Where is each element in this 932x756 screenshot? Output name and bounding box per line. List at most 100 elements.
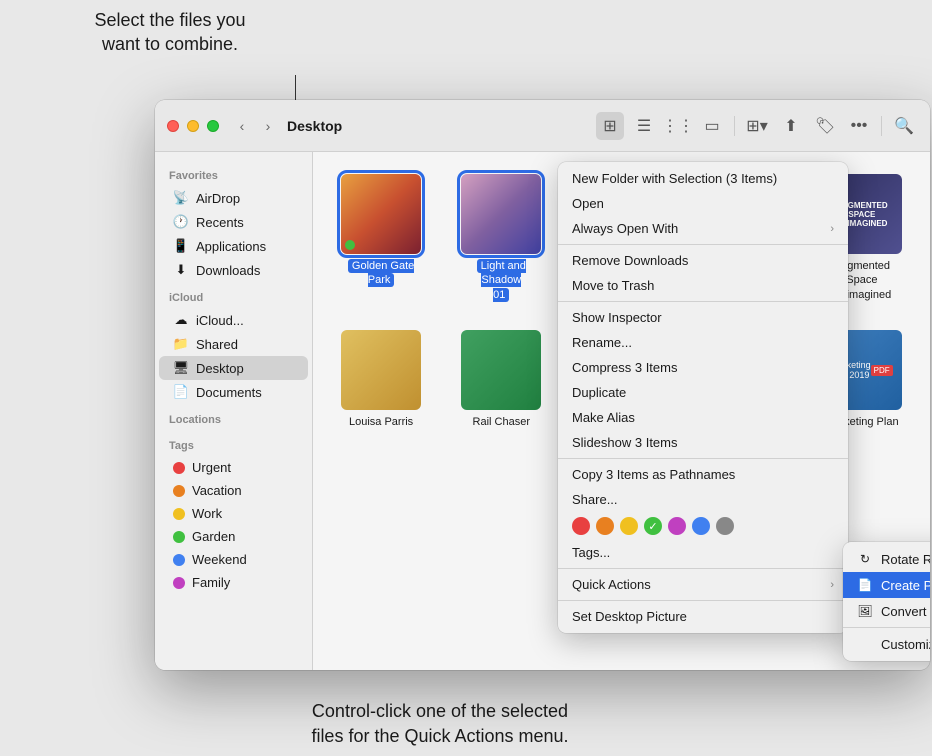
sidebar-item-label: Work bbox=[192, 506, 222, 521]
annotation-bottom: Control-click one of the selectedfiles f… bbox=[160, 699, 720, 748]
group-icon[interactable]: ⊞▾ bbox=[743, 112, 771, 140]
tag-color-orange[interactable] bbox=[596, 517, 614, 535]
menu-item-label: Copy 3 Items as Pathnames bbox=[572, 467, 735, 482]
customize-icon bbox=[857, 636, 873, 652]
sidebar-item-vacation[interactable]: Vacation bbox=[159, 479, 308, 502]
content-area: Favorites 📡 AirDrop 🕐 Recents 📱 Applicat… bbox=[155, 152, 930, 670]
icloud-icon: ☁ bbox=[173, 312, 189, 328]
sidebar-item-label: Family bbox=[192, 575, 230, 590]
sidebar-item-label: AirDrop bbox=[196, 191, 240, 206]
search-icon[interactable]: 🔍 bbox=[890, 112, 918, 140]
menu-item-remove-downloads[interactable]: Remove Downloads bbox=[558, 248, 848, 273]
submenu-item-label: Create PDF bbox=[881, 578, 930, 593]
toolbar-icons: ⊞ ☰ ⋮⋮ ▭ ⊞▾ ⬆ 🏷 ••• 🔍 bbox=[596, 112, 918, 140]
maximize-button[interactable] bbox=[207, 120, 219, 132]
menu-item-duplicate[interactable]: Duplicate bbox=[558, 380, 848, 405]
menu-item-label: Always Open With bbox=[572, 221, 678, 236]
tags-section-title: Tags bbox=[155, 430, 312, 456]
sidebar-item-applications[interactable]: 📱 Applications bbox=[159, 234, 308, 258]
share-icon[interactable]: ⬆ bbox=[777, 112, 805, 140]
menu-item-move-trash[interactable]: Move to Trash bbox=[558, 273, 848, 298]
sidebar-item-desktop[interactable]: 🖥 Desktop bbox=[159, 356, 308, 380]
menu-item-set-desktop[interactable]: Set Desktop Picture bbox=[558, 604, 848, 629]
sidebar-item-downloads[interactable]: ⬇ Downloads bbox=[159, 258, 308, 282]
file-item-louisa[interactable]: Louisa Parris bbox=[329, 324, 433, 450]
menu-item-rename[interactable]: Rename... bbox=[558, 330, 848, 355]
tag-color-purple[interactable] bbox=[668, 517, 686, 535]
menu-item-label: Show Inspector bbox=[572, 310, 662, 325]
family-tag-dot bbox=[173, 577, 185, 589]
sidebar-item-label: Vacation bbox=[192, 483, 242, 498]
file-item-light-shadow[interactable]: Light and Shadow01 bbox=[449, 168, 553, 308]
sidebar-item-work[interactable]: Work bbox=[159, 502, 308, 525]
menu-item-copy-pathnames[interactable]: Copy 3 Items as Pathnames bbox=[558, 462, 848, 487]
sidebar-item-airdrop[interactable]: 📡 AirDrop bbox=[159, 186, 308, 210]
traffic-lights bbox=[167, 120, 219, 132]
recents-icon: 🕐 bbox=[173, 214, 189, 230]
tag-color-blue[interactable] bbox=[692, 517, 710, 535]
sidebar-item-icloud[interactable]: ☁ iCloud... bbox=[159, 308, 308, 332]
minimize-button[interactable] bbox=[187, 120, 199, 132]
convert-image-icon: 🖼 bbox=[857, 603, 873, 619]
menu-item-always-open[interactable]: Always Open With › bbox=[558, 216, 848, 241]
file-label-golden: Golden GatePark bbox=[348, 259, 414, 288]
submenu-item-create-pdf[interactable]: 📄 Create PDF bbox=[843, 572, 930, 598]
list-view-icon[interactable]: ☰ bbox=[630, 112, 658, 140]
close-button[interactable] bbox=[167, 120, 179, 132]
grid-view-icon[interactable]: ⊞ bbox=[596, 112, 624, 140]
menu-arrow-quick: › bbox=[830, 579, 834, 591]
submenu-item-rotate-right[interactable]: ↻ Rotate Right bbox=[843, 546, 930, 572]
tag-color-red[interactable] bbox=[572, 517, 590, 535]
weekend-tag-dot bbox=[173, 554, 185, 566]
sidebar-item-weekend[interactable]: Weekend bbox=[159, 548, 308, 571]
sidebar-item-recents[interactable]: 🕐 Recents bbox=[159, 210, 308, 234]
sidebar-item-label: Urgent bbox=[192, 460, 231, 475]
menu-item-tags[interactable]: Tags... bbox=[558, 540, 848, 565]
menu-item-new-folder[interactable]: New Folder with Selection (3 Items) bbox=[558, 166, 848, 191]
file-item-rail[interactable]: Rail Chaser bbox=[449, 324, 553, 450]
menu-separator-2 bbox=[558, 301, 848, 302]
tag-color-yellow[interactable] bbox=[620, 517, 638, 535]
toolbar-separator-2 bbox=[881, 116, 882, 136]
menu-item-label: Make Alias bbox=[572, 410, 635, 425]
sidebar-item-garden[interactable]: Garden bbox=[159, 525, 308, 548]
more-icon[interactable]: ••• bbox=[845, 112, 873, 140]
submenu-item-convert-image[interactable]: 🖼 Convert Image bbox=[843, 598, 930, 624]
sidebar-item-shared[interactable]: 📁 Shared bbox=[159, 332, 308, 356]
submenu-item-label: Rotate Right bbox=[881, 552, 930, 567]
menu-item-share[interactable]: Share... bbox=[558, 487, 848, 512]
quick-actions-submenu: ↻ Rotate Right 📄 Create PDF 🖼 Convert Im… bbox=[843, 542, 930, 661]
file-label-rail: Rail Chaser bbox=[473, 415, 530, 429]
menu-item-make-alias[interactable]: Make Alias bbox=[558, 405, 848, 430]
back-button[interactable]: ‹ bbox=[231, 115, 253, 137]
tag-icon[interactable]: 🏷 bbox=[811, 112, 839, 140]
submenu-item-customize[interactable]: Customize... bbox=[843, 631, 930, 657]
sidebar-item-family[interactable]: Family bbox=[159, 571, 308, 594]
menu-separator bbox=[558, 244, 848, 245]
tag-color-green[interactable]: ✓ bbox=[644, 517, 662, 535]
menu-item-slideshow[interactable]: Slideshow 3 Items bbox=[558, 430, 848, 455]
menu-arrow: › bbox=[830, 223, 834, 235]
sidebar-item-documents[interactable]: 📄 Documents bbox=[159, 380, 308, 404]
menu-item-label: Slideshow 3 Items bbox=[572, 435, 678, 450]
menu-separator-4 bbox=[558, 568, 848, 569]
gallery-view-icon[interactable]: ▭ bbox=[698, 112, 726, 140]
sidebar-item-urgent[interactable]: Urgent bbox=[159, 456, 308, 479]
menu-item-show-inspector[interactable]: Show Inspector bbox=[558, 305, 848, 330]
file-area: Golden GatePark Light and Shadow01 Light… bbox=[313, 152, 930, 670]
garden-tag-dot bbox=[173, 531, 185, 543]
file-item-golden[interactable]: Golden GatePark bbox=[329, 168, 433, 308]
create-pdf-icon: 📄 bbox=[857, 577, 873, 593]
forward-button[interactable]: › bbox=[257, 115, 279, 137]
submenu-item-label: Customize... bbox=[881, 637, 930, 652]
menu-item-open[interactable]: Open bbox=[558, 191, 848, 216]
nav-buttons: ‹ › bbox=[231, 115, 279, 137]
sidebar-item-label: Recents bbox=[196, 215, 244, 230]
menu-item-quick-actions[interactable]: Quick Actions › bbox=[558, 572, 848, 597]
tag-color-gray[interactable] bbox=[716, 517, 734, 535]
vacation-tag-dot bbox=[173, 485, 185, 497]
file-thumb-light-shadow bbox=[461, 174, 541, 254]
sidebar-item-label: iCloud... bbox=[196, 313, 244, 328]
menu-item-compress[interactable]: Compress 3 Items bbox=[558, 355, 848, 380]
column-view-icon[interactable]: ⋮⋮ bbox=[664, 112, 692, 140]
